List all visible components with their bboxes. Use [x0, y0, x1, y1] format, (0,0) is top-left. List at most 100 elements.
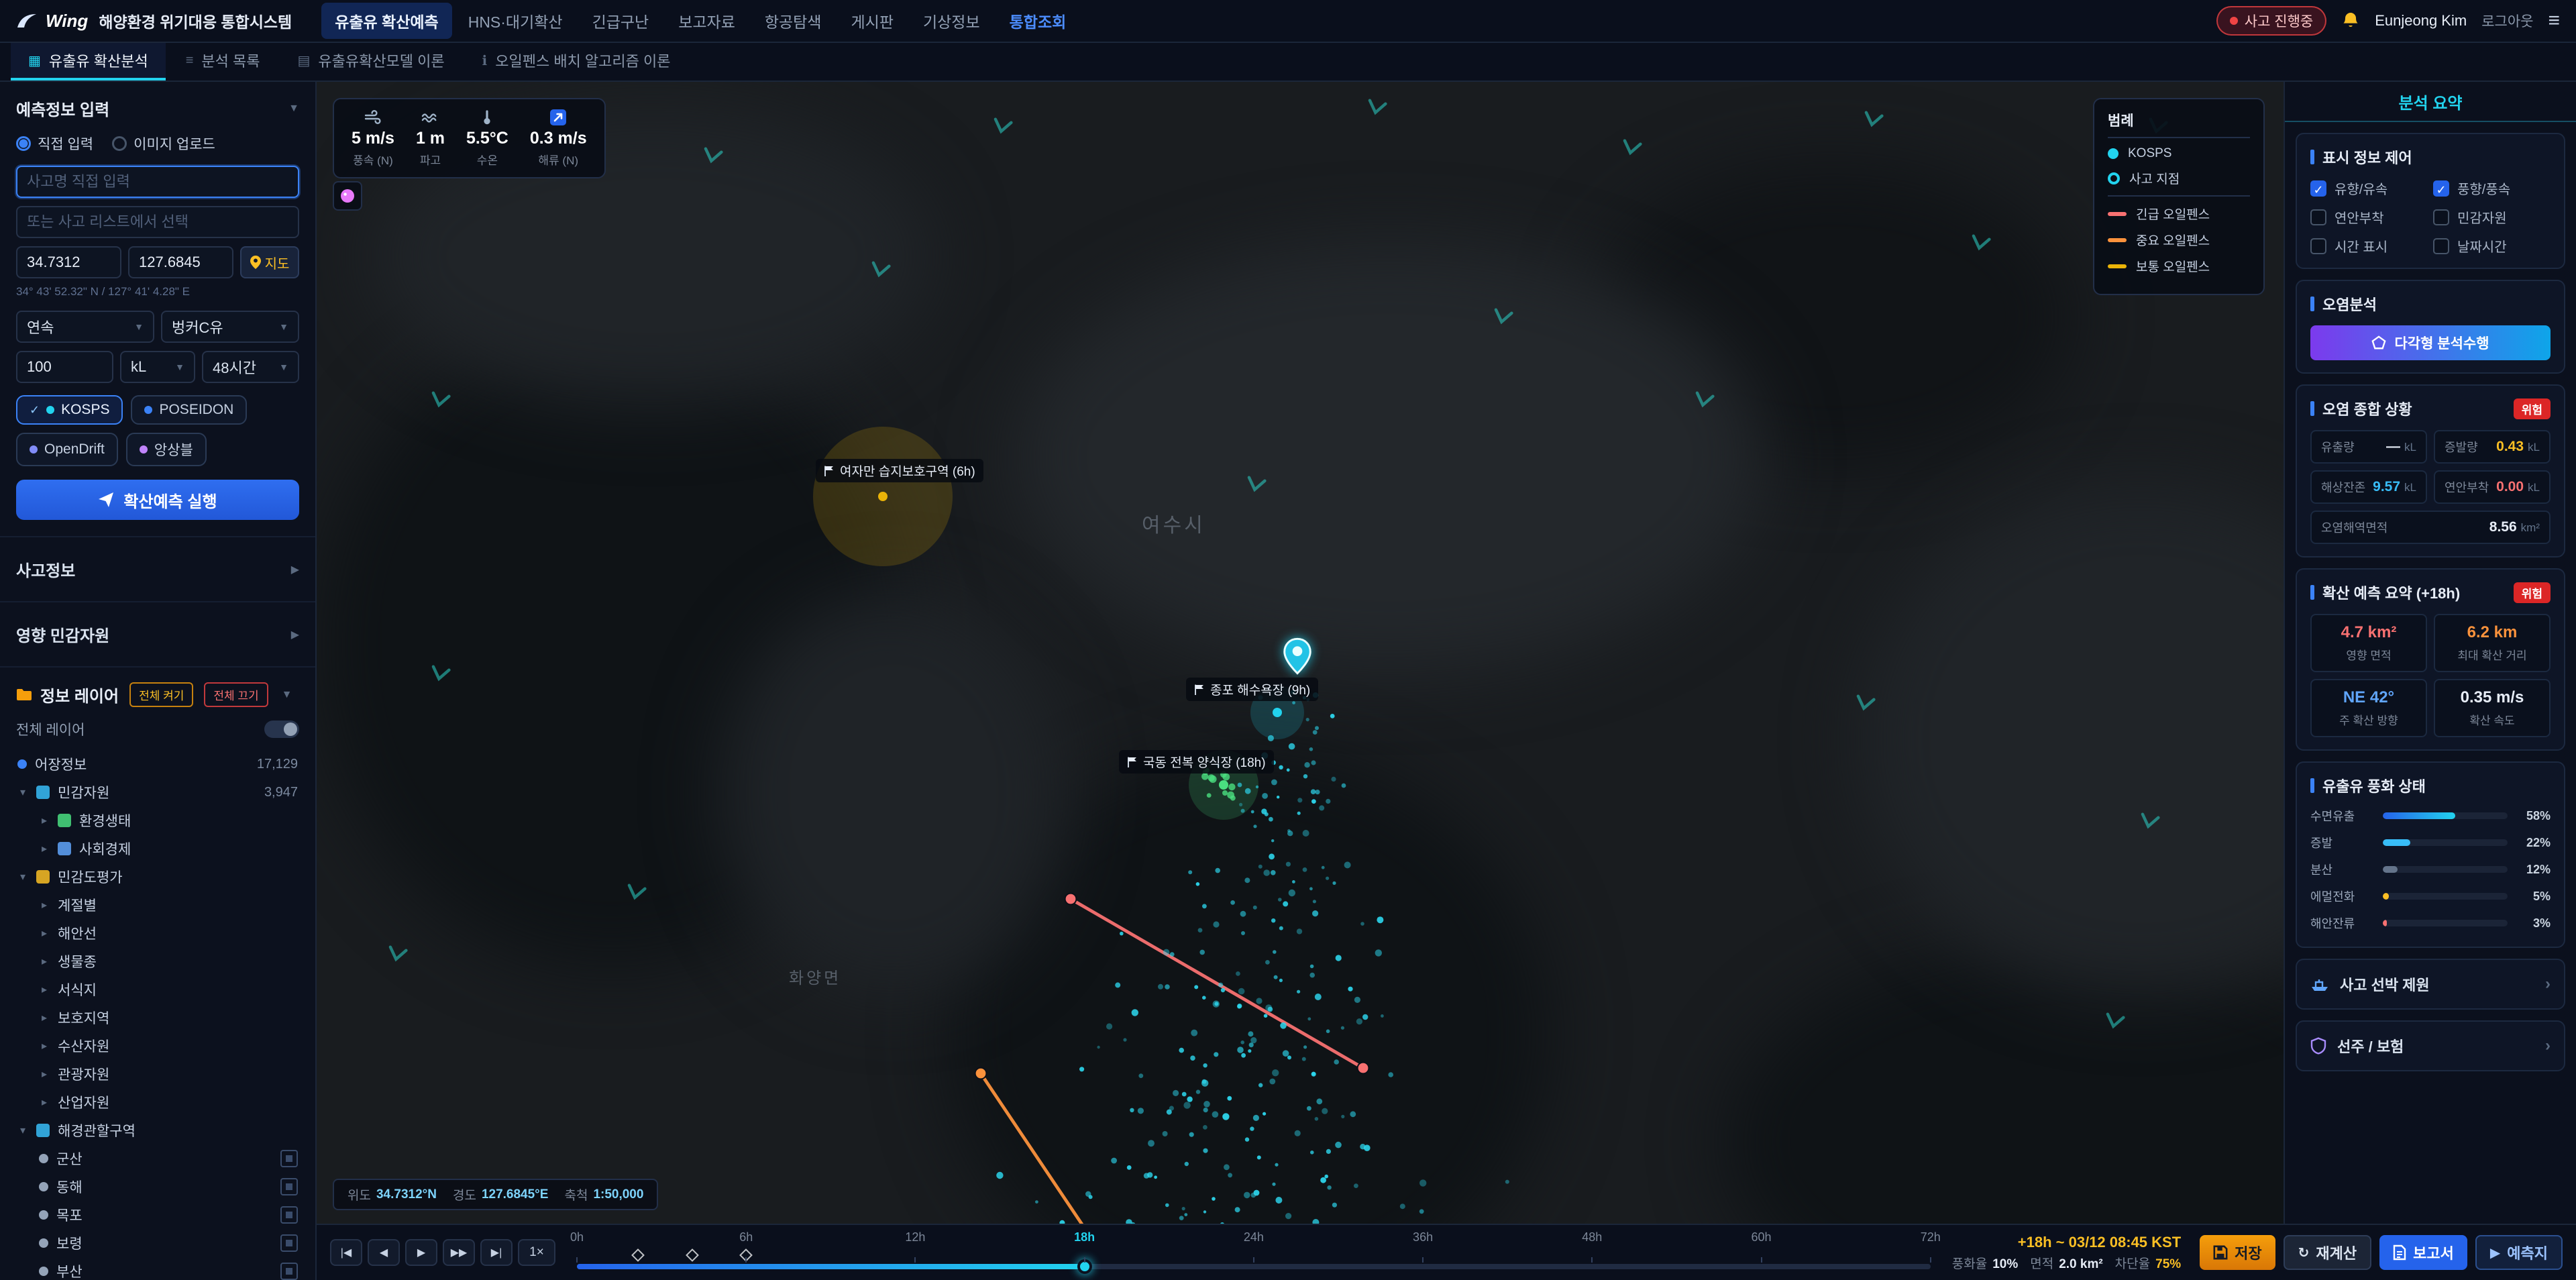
timeline-tick-label[interactable]: 18h: [1074, 1230, 1095, 1244]
zoom-to-layer-button[interactable]: [280, 1178, 298, 1195]
unit-select[interactable]: kL▼: [120, 351, 195, 383]
spill-type-select[interactable]: 연속▼: [16, 311, 154, 343]
timeline-track[interactable]: [577, 1264, 1931, 1269]
layer-tree-item[interactable]: ▾ 해경관할구역: [11, 1116, 305, 1144]
display-option-checkbox[interactable]: 풍향/풍속: [2433, 178, 2551, 198]
predict-button[interactable]: ▶예측지: [2475, 1235, 2563, 1270]
tree-expand-icon[interactable]: ▾: [17, 786, 28, 799]
zoom-to-layer-button[interactable]: [280, 1150, 298, 1167]
speed-button[interactable]: 1×: [518, 1239, 555, 1266]
timeline-tick-label[interactable]: 0h: [570, 1230, 584, 1244]
layer-tree-item[interactable]: ▸ 환경생태: [11, 806, 305, 835]
fence-deploy-marker[interactable]: [686, 1248, 699, 1262]
layer-tree-item[interactable]: ▸ 수산자원: [11, 1032, 305, 1060]
map-canvas[interactable]: 여수시 화양면: [317, 82, 2284, 1224]
skip-end-button[interactable]: ▶|: [480, 1239, 513, 1266]
map-style-button[interactable]: [333, 181, 362, 211]
timeline-tick-label[interactable]: 60h: [1751, 1230, 1771, 1244]
timeline-tick-label[interactable]: 48h: [1582, 1230, 1602, 1244]
tree-expand-icon[interactable]: ▸: [39, 1039, 50, 1053]
timeline-tick-label[interactable]: 12h: [905, 1230, 925, 1244]
layer-tree-item[interactable]: ▸ 생물종: [11, 947, 305, 975]
all-layers-on-button[interactable]: 전체 켜기: [129, 682, 193, 707]
timeline-ruler[interactable]: 0h 6h 12h 18h 24h 36: [577, 1225, 1931, 1280]
left-sidebar[interactable]: 예측정보 입력▼ 직접 입력 이미지 업로드 지도: [0, 82, 317, 1280]
layer-tree-item[interactable]: 목포: [11, 1201, 305, 1229]
incident-marker[interactable]: [1283, 637, 1312, 675]
marker-label-farm[interactable]: 국동 전복 양식장 (18h): [1119, 750, 1274, 774]
report-button[interactable]: 보고서: [2379, 1235, 2467, 1270]
save-button[interactable]: 저장: [2200, 1235, 2275, 1270]
model-chip[interactable]: POSEIDON: [131, 395, 247, 425]
timeline-tick-label[interactable]: 36h: [1413, 1230, 1433, 1244]
run-prediction-button[interactable]: 확산예측 실행: [16, 480, 299, 520]
model-chip[interactable]: 앙상블: [126, 433, 207, 466]
timeline-tick-label[interactable]: 6h: [739, 1230, 753, 1244]
tree-expand-icon[interactable]: ▸: [39, 898, 50, 912]
accident-name-input[interactable]: [16, 166, 299, 198]
model-chip[interactable]: OpenDrift: [16, 433, 118, 466]
latitude-input[interactable]: [16, 246, 121, 278]
marker-label-beach[interactable]: 종포 해수욕장 (9h): [1186, 678, 1318, 701]
tree-expand-icon[interactable]: ▸: [39, 842, 50, 855]
analysis-summary-panel[interactable]: 분석 요약 표시 정보 제어 유향/유속: [2284, 82, 2576, 1224]
tree-expand-icon[interactable]: ▸: [39, 1096, 50, 1109]
tree-expand-icon[interactable]: ▸: [39, 1011, 50, 1024]
tree-expand-icon[interactable]: ▸: [39, 814, 50, 827]
model-chip[interactable]: KOSPS: [16, 395, 123, 425]
incident-status-badge[interactable]: 사고 진행중: [2216, 6, 2326, 36]
nav-item[interactable]: 유출유 확산예측: [321, 3, 452, 39]
all-layers-off-button[interactable]: 전체 끄기: [204, 682, 268, 707]
all-layers-toggle[interactable]: [264, 721, 299, 738]
layer-tree-item[interactable]: ▾ 민감자원 3,947: [11, 778, 305, 806]
zoom-to-layer-button[interactable]: [280, 1234, 298, 1252]
layer-tree-item[interactable]: ▾ 민감도평가: [11, 863, 305, 891]
marker-label-wetland[interactable]: 여자만 습지보호구역 (6h): [816, 459, 983, 482]
skip-start-button[interactable]: |◀: [330, 1239, 362, 1266]
display-option-checkbox[interactable]: 민감자원: [2433, 207, 2551, 227]
accident-info-header[interactable]: 사고정보▶: [0, 537, 315, 602]
duration-select[interactable]: 48시간▼: [202, 351, 299, 383]
tree-expand-icon[interactable]: ▸: [39, 1067, 50, 1081]
tab[interactable]: ≡ 분석 목록: [168, 43, 278, 81]
display-option-checkbox[interactable]: 시간 표시: [2310, 236, 2428, 256]
layer-tree-item[interactable]: ▸ 관광자원: [11, 1060, 305, 1088]
tree-expand-icon[interactable]: ▸: [39, 955, 50, 968]
fast-forward-button[interactable]: ▶▶: [443, 1239, 475, 1266]
input-mode-radio[interactable]: 직접 입력: [16, 134, 93, 154]
tab[interactable]: ▤ 유출유확산모델 이론: [280, 43, 462, 81]
tree-expand-icon[interactable]: ▾: [17, 870, 28, 884]
longitude-input[interactable]: [128, 246, 233, 278]
accident-list-input[interactable]: [16, 206, 299, 238]
zoom-to-layer-button[interactable]: [280, 1263, 298, 1280]
layer-tree-item[interactable]: ▸ 해안선: [11, 919, 305, 947]
layer-tree-item[interactable]: 어장정보 17,129: [11, 750, 305, 778]
nav-item[interactable]: 게시판: [838, 3, 907, 39]
layer-tree-item[interactable]: 부산: [11, 1257, 305, 1280]
map-pick-button[interactable]: 지도: [240, 246, 299, 278]
nav-item[interactable]: 통합조회: [996, 3, 1080, 39]
nav-item[interactable]: 기상정보: [910, 3, 994, 39]
fence-deploy-marker[interactable]: [631, 1248, 645, 1262]
display-option-checkbox[interactable]: 연안부착: [2310, 207, 2428, 227]
display-option-checkbox[interactable]: 날짜시간: [2433, 236, 2551, 256]
play-button[interactable]: ▶: [405, 1239, 437, 1266]
layer-tree-item[interactable]: 동해: [11, 1173, 305, 1201]
oil-type-select[interactable]: 벙커C유▼: [161, 311, 299, 343]
tree-expand-icon[interactable]: ▸: [39, 926, 50, 940]
layer-tree-item[interactable]: 보령: [11, 1229, 305, 1257]
bell-icon[interactable]: [2341, 11, 2360, 30]
owner-insurance-row[interactable]: 선주 / 보험›: [2296, 1020, 2565, 1071]
nav-item[interactable]: 보고자료: [665, 3, 749, 39]
prediction-input-header[interactable]: 예측정보 입력▼: [16, 97, 299, 120]
layer-tree-item[interactable]: ▸ 산업자원: [11, 1088, 305, 1116]
timeline-tick-label[interactable]: 72h: [1921, 1230, 1941, 1244]
zoom-to-layer-button[interactable]: [280, 1206, 298, 1224]
layer-tree-item[interactable]: ▸ 사회경제: [11, 835, 305, 863]
input-mode-radio[interactable]: 이미지 업로드: [112, 134, 215, 154]
display-option-checkbox[interactable]: 유향/유속: [2310, 178, 2428, 198]
nav-item[interactable]: 긴급구난: [579, 3, 663, 39]
timeline-tick-label[interactable]: 24h: [1244, 1230, 1264, 1244]
info-layers-header[interactable]: 정보 레이어 전체 켜기 전체 끄기 ▼: [0, 668, 315, 716]
layer-tree-item[interactable]: ▸ 보호지역: [11, 1004, 305, 1032]
